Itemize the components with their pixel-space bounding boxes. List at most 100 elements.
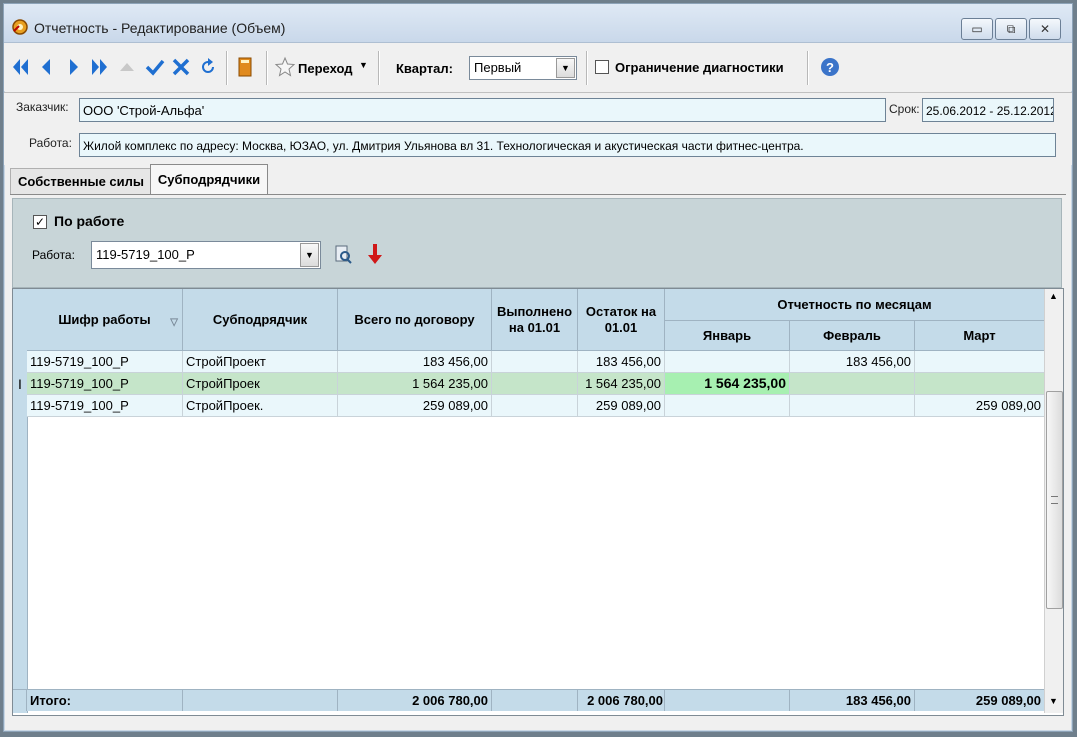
header-feb[interactable]: Февраль (790, 321, 915, 351)
header-rest[interactable]: Остаток на 01.01 (578, 289, 665, 351)
work-select[interactable]: 119-5719_100_P ▼ (91, 241, 321, 269)
by-work-checkbox[interactable]: ✓ (33, 215, 47, 229)
toolbar: Переход ▼ Квартал: Первый ▼ Ограничение … (4, 43, 1072, 91)
scroll-up-icon[interactable]: ▲ (1049, 291, 1058, 301)
work-select-value: 119-5719_100_P (96, 247, 195, 262)
prev-icon[interactable] (36, 56, 58, 78)
by-work-label: По работе (54, 213, 125, 229)
cell-done[interactable] (492, 373, 578, 395)
main-window: Отчетность - Редактирование (Объем) ▭ ⧉ … (3, 3, 1073, 732)
term-field[interactable]: 25.06.2012 - 25.12.2012 (922, 98, 1054, 122)
cell-jan-active[interactable]: 1 564 235,00 (665, 373, 790, 395)
last-icon[interactable] (88, 56, 110, 78)
diagnostics-label: Ограничение диагностики (615, 60, 784, 75)
toolbar-separator (226, 51, 228, 85)
arrow-down-icon[interactable] (365, 242, 385, 266)
quarter-select[interactable]: Первый ▼ (469, 56, 577, 80)
toolbar-separator (378, 51, 380, 85)
vertical-scrollbar[interactable]: ▲ ▼ (1044, 289, 1063, 713)
table-row[interactable]: 119-5719_100_P СтройПроект 183 456,00 18… (27, 351, 1045, 373)
footer-total: 2 006 780,00 (338, 689, 492, 711)
close-button[interactable]: ✕ (1029, 18, 1061, 40)
header-mar[interactable]: Март (915, 321, 1045, 351)
tab-divider (10, 194, 1066, 195)
minimize-button[interactable]: ▭ (961, 18, 993, 40)
cancel-icon[interactable] (170, 56, 192, 78)
up-icon[interactable] (116, 56, 138, 78)
toolbar-separator (266, 51, 268, 85)
chevron-down-icon[interactable]: ▼ (300, 243, 319, 267)
edit-cursor-icon: I (18, 376, 22, 392)
book-icon[interactable] (234, 56, 256, 78)
footer-subcontractor (183, 689, 338, 711)
cell-total[interactable]: 259 089,00 (338, 395, 492, 417)
chevron-down-icon[interactable]: ▼ (359, 60, 368, 70)
footer-indicator (13, 689, 27, 711)
cell-feb[interactable] (790, 395, 915, 417)
term-label: Срок: (889, 102, 920, 116)
cell-mar[interactable] (915, 351, 1045, 373)
cell-feb[interactable] (790, 373, 915, 395)
cell-done[interactable] (492, 395, 578, 417)
toolbar-separator (586, 51, 588, 85)
sort-icon[interactable]: ▽ (170, 315, 178, 331)
scroll-thumb[interactable] (1046, 391, 1063, 609)
tab-subcontractors[interactable]: Субподрядчики (150, 164, 268, 195)
cell-total[interactable]: 183 456,00 (338, 351, 492, 373)
cell-code[interactable]: 119-5719_100_P (27, 373, 183, 395)
header-jan[interactable]: Январь (665, 321, 790, 351)
cell-rest[interactable]: 183 456,00 (578, 351, 665, 373)
scroll-down-icon[interactable]: ▼ (1049, 696, 1058, 706)
header-total[interactable]: Всего по договору (338, 289, 492, 351)
cell-subcontractor[interactable]: СтройПроек (183, 373, 338, 395)
footer-label: Итого: (27, 689, 183, 711)
table-row-selected[interactable]: 119-5719_100_P СтройПроек 1 564 235,00 1… (27, 373, 1045, 395)
cell-subcontractor[interactable]: СтройПроект (183, 351, 338, 373)
cell-code[interactable]: 119-5719_100_P (27, 351, 183, 373)
cell-feb[interactable]: 183 456,00 (790, 351, 915, 373)
svg-text:?: ? (826, 60, 834, 75)
help-icon[interactable]: ? (819, 56, 841, 78)
row-indicator-column (13, 289, 28, 713)
check-icon[interactable] (144, 56, 166, 78)
title-bar[interactable]: Отчетность - Редактирование (Объем) ▭ ⧉ … (4, 4, 1072, 43)
cell-mar[interactable] (915, 373, 1045, 395)
document-search-icon[interactable] (333, 244, 353, 264)
info-panel: Заказчик: ООО 'Строй-Альфа' Срок: 25.06.… (4, 92, 1072, 165)
maximize-button[interactable]: ⧉ (995, 18, 1027, 40)
header-months-group: Отчетность по месяцам (665, 289, 1045, 321)
data-grid: Шифр работы ▽ Субподрядчик Всего по дого… (12, 288, 1064, 716)
header-done[interactable]: Выполнено на 01.01 (492, 289, 578, 351)
cell-jan[interactable] (665, 395, 790, 417)
quarter-value: Первый (474, 60, 522, 75)
chevron-down-icon[interactable]: ▼ (556, 58, 575, 78)
header-subcontractor[interactable]: Субподрядчик (183, 289, 338, 351)
customer-field[interactable]: ООО 'Строй-Альфа' (79, 98, 886, 122)
footer-jan (665, 689, 790, 711)
first-icon[interactable] (10, 56, 32, 78)
customer-label: Заказчик: (16, 100, 69, 114)
app-gear-icon (12, 19, 28, 35)
cell-jan[interactable] (665, 351, 790, 373)
goto-button[interactable]: Переход (298, 61, 353, 76)
work-field[interactable]: Жилой комплекс по адресу: Москва, ЮЗАО, … (79, 133, 1056, 157)
footer-feb: 183 456,00 (790, 689, 915, 711)
footer-mar: 259 089,00 (915, 689, 1045, 711)
cell-rest[interactable]: 259 089,00 (578, 395, 665, 417)
next-icon[interactable] (62, 56, 84, 78)
tab-own-forces[interactable]: Собственные силы (10, 168, 152, 195)
cell-subcontractor[interactable]: СтройПроек. (183, 395, 338, 417)
toolbar-separator (807, 51, 809, 85)
star-icon[interactable] (274, 56, 296, 78)
work-filter-label: Работа: (32, 248, 75, 262)
cell-code[interactable]: 119-5719_100_P (27, 395, 183, 417)
cell-total[interactable]: 1 564 235,00 (338, 373, 492, 395)
diagnostics-checkbox[interactable] (595, 60, 609, 74)
header-code[interactable]: Шифр работы ▽ (27, 289, 183, 351)
cell-rest[interactable]: 1 564 235,00 (578, 373, 665, 395)
cell-done[interactable] (492, 351, 578, 373)
refresh-icon[interactable] (197, 56, 219, 78)
table-row[interactable]: 119-5719_100_P СтройПроек. 259 089,00 25… (27, 395, 1045, 417)
window-title: Отчетность - Редактирование (Объем) (34, 20, 286, 36)
cell-mar[interactable]: 259 089,00 (915, 395, 1045, 417)
